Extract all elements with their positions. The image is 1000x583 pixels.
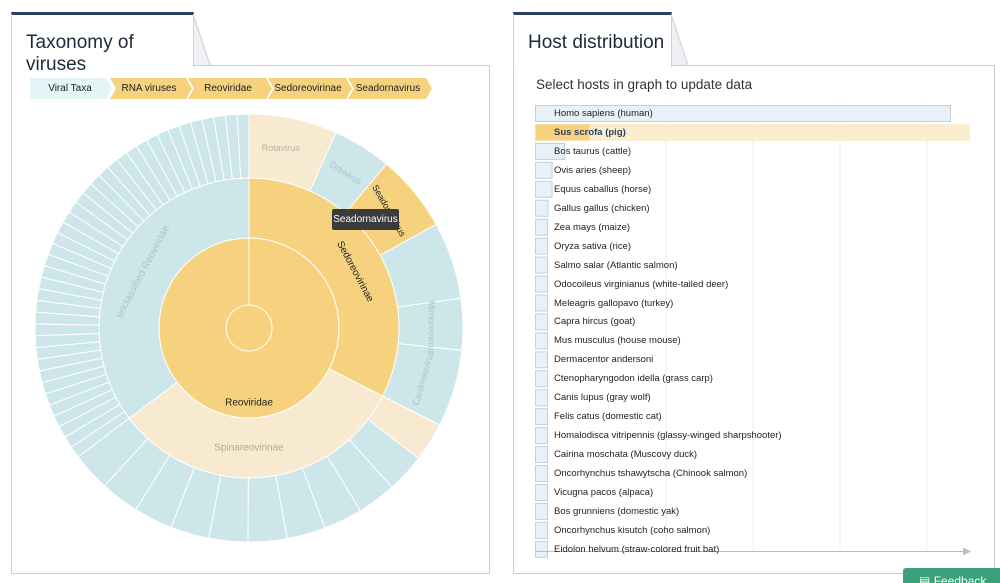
sunburst-root-ring[interactable]	[225, 304, 273, 352]
breadcrumb-label: RNA viruses	[121, 83, 177, 94]
host-bar[interactable]	[535, 389, 548, 407]
breadcrumb-sedoreovirinae[interactable]: Sedoreovirinae	[268, 78, 352, 99]
host-label[interactable]: Gallus gallus (chicken)	[554, 203, 650, 214]
breadcrumb-label: Seadornavirus	[355, 83, 421, 94]
breadcrumb-reoviridae[interactable]: Reoviridae	[188, 78, 272, 99]
host-label[interactable]: Mus musculus (house mouse)	[554, 335, 681, 346]
sunburst-label-mimoreovirus: Mimoreovirus	[427, 301, 437, 356]
host-bar[interactable]	[535, 540, 548, 558]
tab-fold-taxonomy	[193, 14, 211, 66]
host-bar[interactable]	[535, 256, 548, 274]
tab-taxonomy[interactable]: Taxonomy of viruses	[11, 12, 194, 75]
host-label[interactable]: Ovis aries (sheep)	[554, 165, 631, 176]
host-bar[interactable]	[535, 161, 553, 179]
host-label[interactable]: Sus scrofa (pig)	[554, 127, 626, 138]
breadcrumb-label: Reoviridae	[204, 83, 252, 94]
host-label[interactable]: Homo sapiens (human)	[554, 108, 653, 119]
sunburst-label-spinareovirinae: Spinareovirinae	[214, 443, 284, 454]
host-label[interactable]: Eidolon helvum (straw-colored fruit bat)	[554, 544, 719, 555]
host-bar[interactable]	[535, 294, 548, 312]
breadcrumb: Viral Taxa RNA viruses Reoviridae Sedore…	[30, 78, 432, 99]
host-bar[interactable]	[535, 332, 548, 350]
host-bar[interactable]	[535, 521, 548, 539]
sunburst-label-reoviridae: Reoviridae	[225, 398, 273, 409]
host-title: Host distribution	[528, 32, 665, 53]
sunburst-arc-unclassified-species[interactable]	[34, 323, 100, 337]
breadcrumb-label: Sedoreovirinae	[274, 83, 342, 94]
host-label[interactable]: Equus caballus (horse)	[554, 184, 651, 195]
host-label[interactable]: Dermacentor andersoni	[554, 354, 653, 365]
host-label[interactable]: Oncorhynchus tshawytscha (Chinook salmon…	[554, 468, 747, 479]
host-bar[interactable]	[535, 370, 548, 388]
host-label[interactable]: Cairina moschata (Muscovy duck)	[554, 449, 697, 460]
feedback-icon: ▤	[919, 574, 931, 583]
host-label[interactable]: Meleagris gallopavo (turkey)	[554, 298, 673, 309]
host-label[interactable]: Bos taurus (cattle)	[554, 146, 631, 157]
host-subtitle: Select hosts in graph to update data	[536, 77, 753, 92]
host-label[interactable]: Vicugna pacos (alpaca)	[554, 487, 653, 498]
host-bar[interactable]	[535, 465, 548, 483]
host-bar[interactable]	[535, 275, 548, 293]
host-bar[interactable]	[535, 237, 548, 255]
breadcrumb-rna-viruses[interactable]: RNA viruses	[110, 78, 192, 99]
host-bar[interactable]	[535, 218, 548, 236]
host-bar[interactable]	[535, 199, 549, 217]
feedback-button[interactable]: ▤ Feedback	[903, 568, 1000, 583]
tab-host-distribution[interactable]: Host distribution	[513, 12, 672, 67]
host-bar[interactable]	[535, 427, 548, 445]
breadcrumb-viral-taxa[interactable]: Viral Taxa	[30, 78, 112, 99]
host-bar[interactable]	[535, 313, 548, 331]
host-bar[interactable]	[535, 484, 548, 501]
host-label[interactable]: Ctenopharyngodon idella (grass carp)	[554, 373, 713, 384]
host-label[interactable]: Salmo salar (Atlantic salmon)	[554, 260, 678, 271]
host-label[interactable]: Zea mays (maize)	[554, 222, 630, 233]
host-label[interactable]: Oryza sativa (rice)	[554, 241, 631, 252]
host-bar[interactable]	[535, 446, 548, 464]
host-label[interactable]: Homalodisca vitripennis (glassy-winged s…	[554, 430, 782, 441]
breadcrumb-label: Viral Taxa	[48, 83, 92, 94]
host-label[interactable]: Canis lupus (gray wolf)	[554, 392, 651, 403]
host-bar[interactable]	[535, 502, 548, 520]
host-bar[interactable]	[535, 180, 553, 198]
host-label[interactable]: Capra hircus (goat)	[554, 316, 635, 327]
tab-fold-host	[671, 14, 689, 66]
sunburst-label-rotavirus: Rotavirus	[262, 143, 301, 153]
host-label[interactable]: Odocoileus virginianus (white-tailed dee…	[554, 279, 728, 290]
sunburst-tooltip: Seadornavirus	[332, 209, 399, 230]
breadcrumb-seadornavirus[interactable]: Seadornavirus	[348, 78, 432, 99]
host-label[interactable]: Bos grunniens (domestic yak)	[554, 506, 679, 517]
feedback-label: Feedback	[933, 574, 987, 583]
host-bar[interactable]	[535, 351, 548, 369]
host-label[interactable]: Oncorhynchus kisutch (coho salmon)	[554, 525, 710, 536]
host-label[interactable]: Felis catus (domestic cat)	[554, 411, 662, 422]
x-axis-arrow-icon	[963, 547, 971, 556]
host-bar[interactable]	[535, 408, 548, 426]
taxonomy-sunburst[interactable]: ReoviridaeSedoreovirinaeSpinareovirinaeu…	[31, 107, 467, 549]
